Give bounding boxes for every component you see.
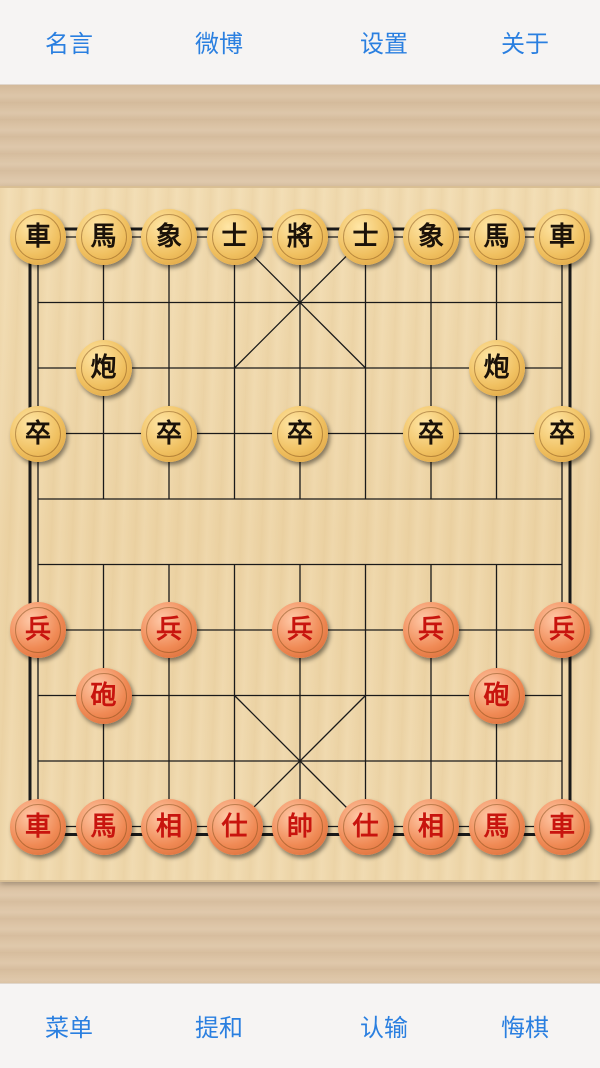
piece-label: 馬 <box>90 222 117 252</box>
piece-label: 卒 <box>24 418 51 449</box>
red-piece[interactable]: 兵 <box>534 602 590 658</box>
red-piece[interactable]: 兵 <box>141 602 197 658</box>
black-piece[interactable]: 馬 <box>468 209 525 265</box>
red-piece[interactable]: 仕 <box>337 798 394 855</box>
black-piece[interactable]: 士 <box>337 209 394 265</box>
piece-label: 車 <box>548 222 575 252</box>
red-piece[interactable]: 砲 <box>468 667 525 724</box>
piece-label: 卒 <box>286 418 313 449</box>
settings-button[interactable]: 设置 <box>360 28 408 60</box>
piece-label: 兵 <box>286 615 313 645</box>
black-piece[interactable]: 將 <box>272 209 328 265</box>
board-grid <box>28 227 572 836</box>
piece-label: 兵 <box>548 615 575 645</box>
offer-draw-button[interactable]: 提和 <box>195 1012 243 1044</box>
red-piece[interactable]: 相 <box>403 798 459 855</box>
black-piece[interactable]: 車 <box>534 209 590 265</box>
piece-label: 車 <box>548 811 575 842</box>
piece-label: 砲 <box>483 680 510 711</box>
quotes-button[interactable]: 名言 <box>45 28 93 60</box>
piece-label: 砲 <box>90 680 117 711</box>
undo-button[interactable]: 悔棋 <box>501 1012 549 1044</box>
black-piece[interactable]: 卒 <box>141 405 197 462</box>
piece-label: 炮 <box>483 353 510 383</box>
piece-label: 馬 <box>483 222 510 252</box>
black-piece[interactable]: 士 <box>206 209 263 265</box>
black-piece[interactable]: 車 <box>10 209 66 265</box>
piece-label: 卒 <box>155 418 182 449</box>
piece-label: 仕 <box>352 811 379 842</box>
red-piece[interactable]: 兵 <box>10 602 66 658</box>
red-piece[interactable]: 帥 <box>272 798 328 855</box>
piece-label: 車 <box>24 811 51 842</box>
red-piece[interactable]: 車 <box>534 798 590 855</box>
piece-label: 象 <box>155 222 182 252</box>
piece-label: 炮 <box>90 353 117 383</box>
red-piece[interactable]: 砲 <box>75 667 132 724</box>
red-piece[interactable]: 相 <box>141 798 197 855</box>
black-piece[interactable]: 馬 <box>75 209 132 265</box>
piece-label: 將 <box>286 222 313 252</box>
piece-label: 相 <box>417 811 444 842</box>
red-piece[interactable]: 仕 <box>206 798 263 855</box>
red-piece[interactable]: 兵 <box>403 602 459 658</box>
red-piece[interactable]: 車 <box>10 798 66 855</box>
piece-label: 車 <box>24 222 51 252</box>
piece-label: 兵 <box>24 615 51 645</box>
piece-label: 仕 <box>221 811 248 842</box>
piece-label: 卒 <box>417 418 444 449</box>
piece-label: 兵 <box>155 615 182 645</box>
piece-label: 兵 <box>417 615 444 645</box>
piece-label: 士 <box>221 222 248 252</box>
bottom-toolbar: 菜单 提和 认输 悔棋 <box>0 983 600 1068</box>
top-toolbar: 名言 微博 设置 关于 <box>0 0 600 85</box>
piece-label: 卒 <box>548 418 575 449</box>
black-piece[interactable]: 卒 <box>534 405 590 462</box>
black-piece[interactable]: 炮 <box>75 340 132 396</box>
resign-button[interactable]: 认输 <box>360 1012 408 1044</box>
black-piece[interactable]: 卒 <box>272 405 328 462</box>
piece-label: 帥 <box>286 811 313 842</box>
weibo-button[interactable]: 微博 <box>195 28 243 60</box>
black-piece[interactable]: 卒 <box>403 405 459 462</box>
black-piece[interactable]: 炮 <box>468 340 525 396</box>
menu-button[interactable]: 菜单 <box>45 1012 93 1044</box>
piece-label: 馬 <box>483 811 510 842</box>
piece-label: 象 <box>417 222 444 252</box>
red-piece[interactable]: 馬 <box>75 798 132 855</box>
xiangqi-board[interactable]: 車馬象士將士象馬車炮炮卒卒卒卒卒兵兵兵兵兵砲砲車馬相仕帥仕相馬車 <box>0 188 600 880</box>
piece-label: 士 <box>352 222 379 252</box>
black-piece[interactable]: 象 <box>403 209 459 265</box>
piece-label: 相 <box>155 811 182 842</box>
red-piece[interactable]: 馬 <box>468 798 525 855</box>
about-button[interactable]: 关于 <box>501 28 549 60</box>
black-piece[interactable]: 卒 <box>10 405 66 462</box>
red-piece[interactable]: 兵 <box>272 602 328 658</box>
piece-label: 馬 <box>90 811 117 842</box>
black-piece[interactable]: 象 <box>141 209 197 265</box>
